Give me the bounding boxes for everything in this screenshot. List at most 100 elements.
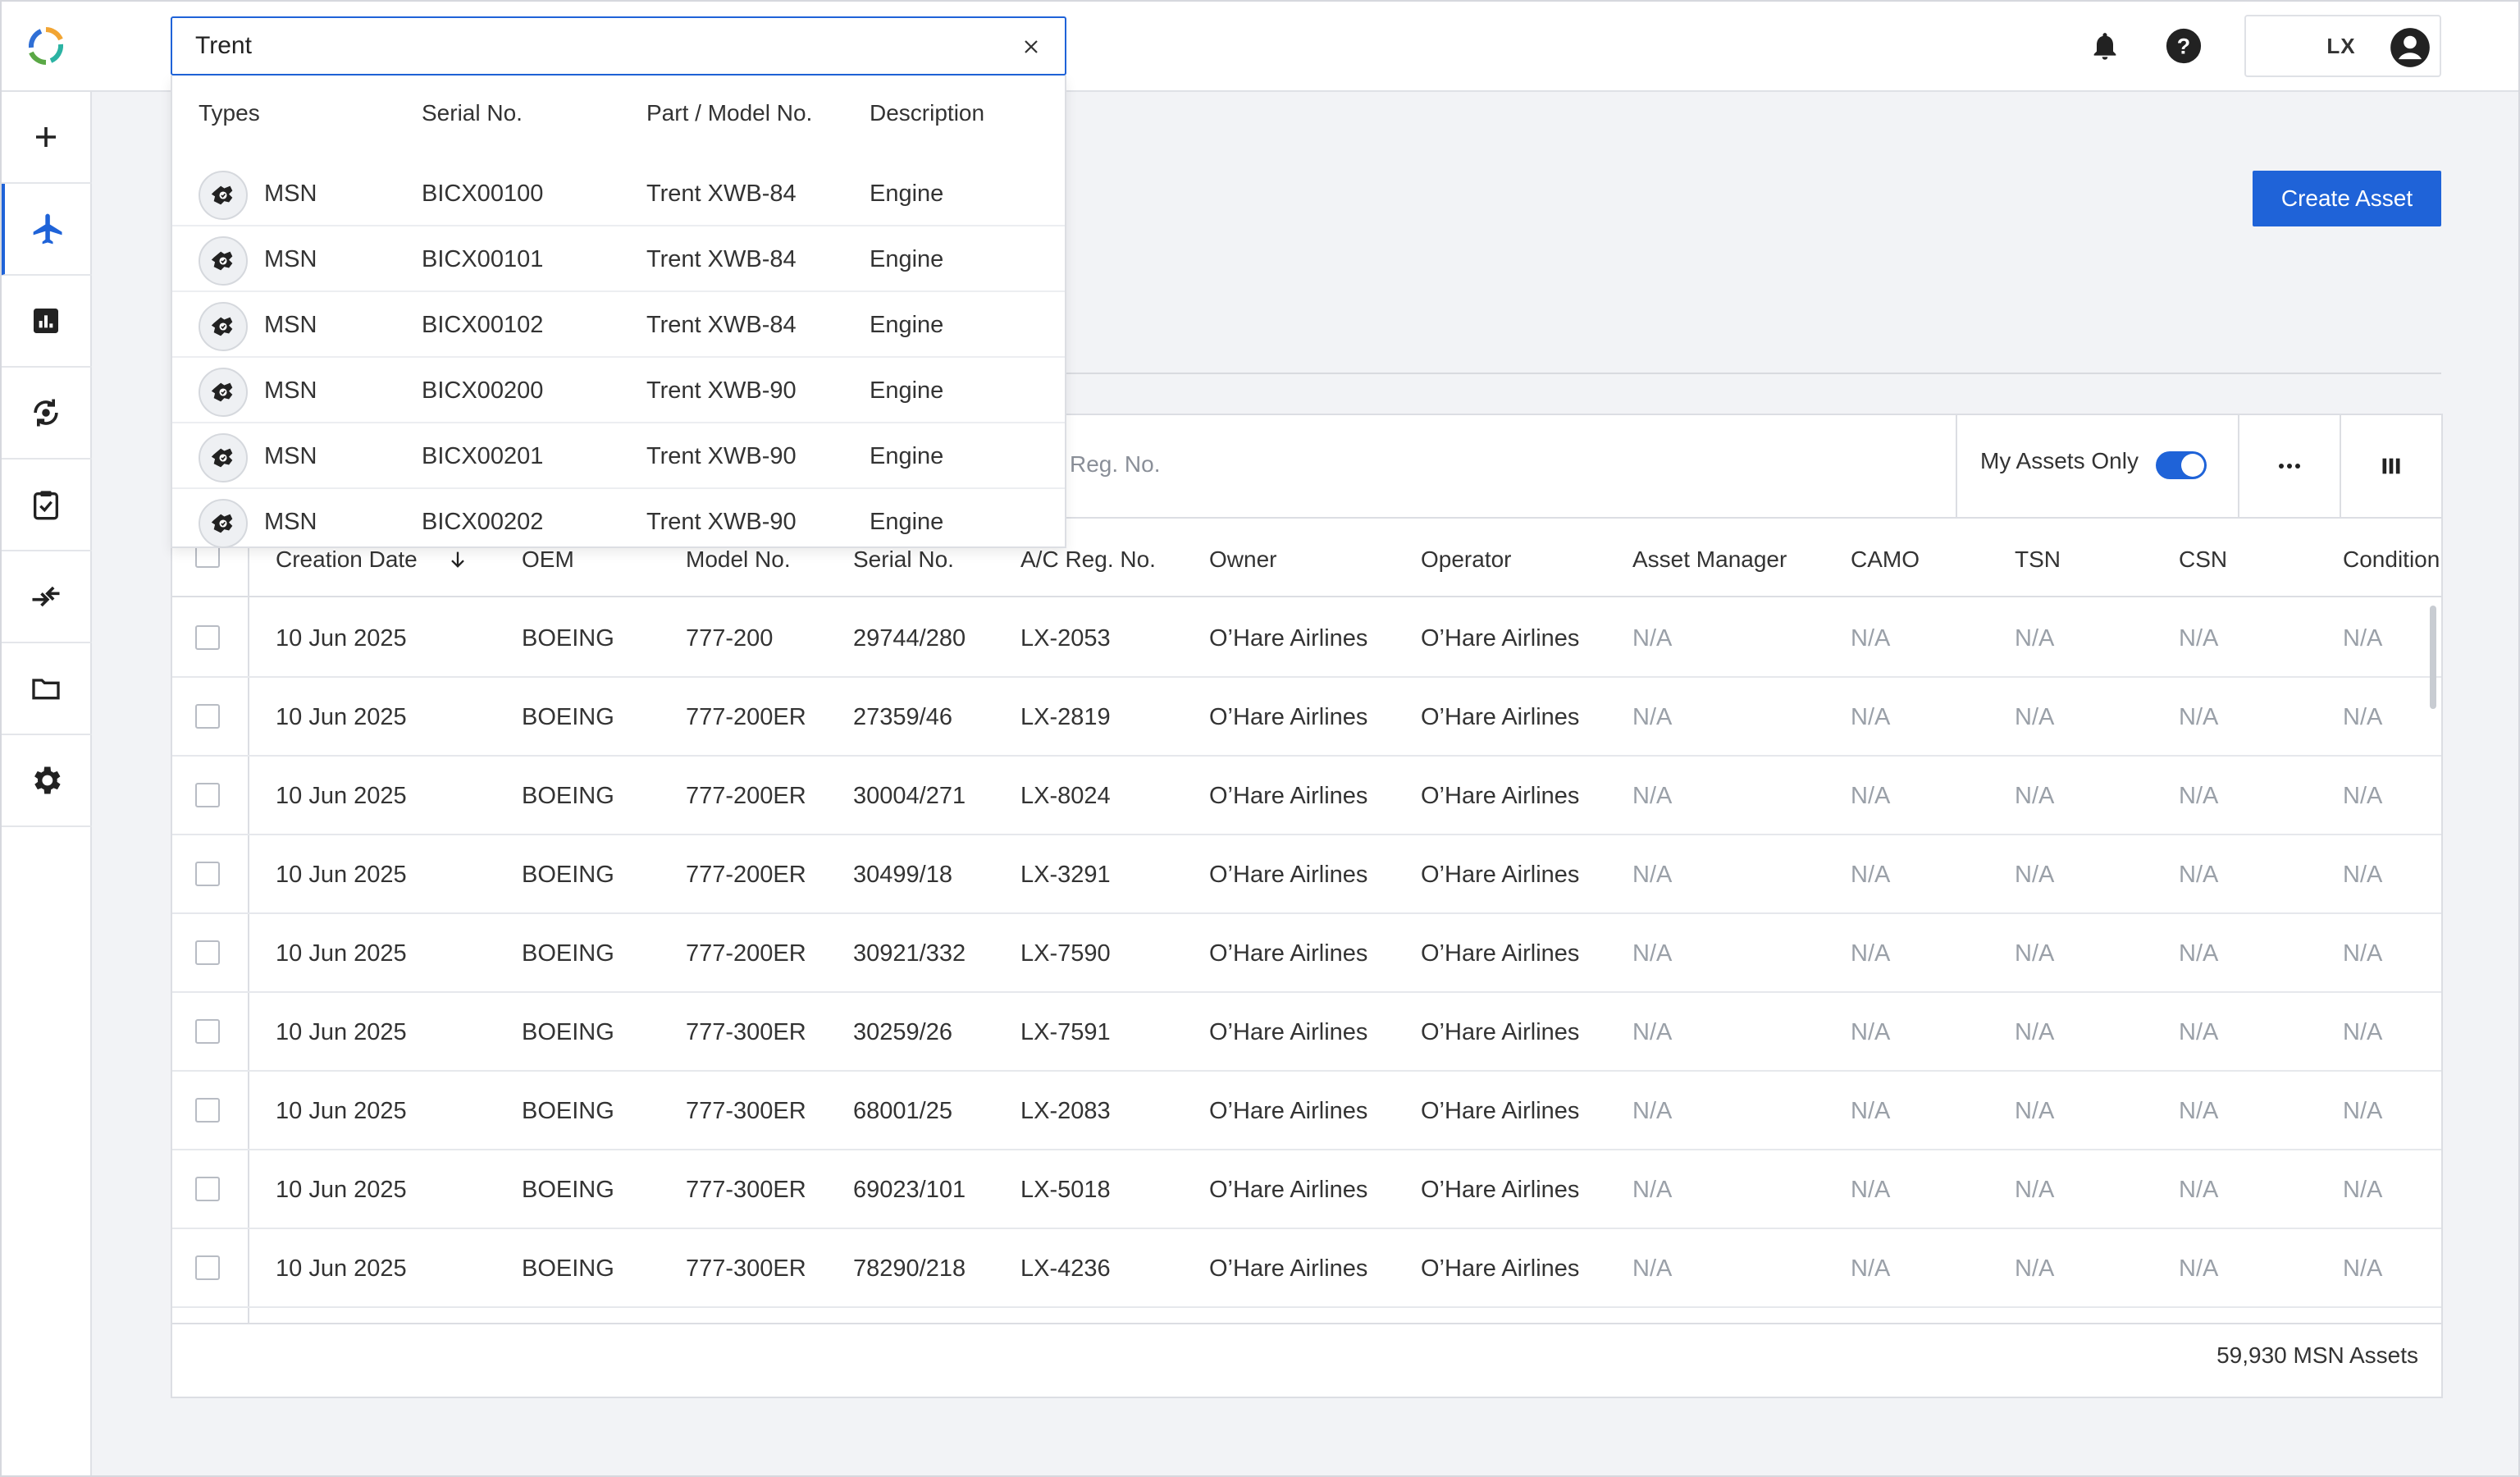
search-result-description: Engine xyxy=(870,443,944,469)
column-header-csn[interactable]: CSN xyxy=(2179,546,2227,573)
cell-operator: O’Hare Airlines xyxy=(1421,704,1580,730)
row-checkbox[interactable] xyxy=(195,1255,220,1280)
column-header-owner[interactable]: Owner xyxy=(1209,546,1276,573)
cell-operator: O’Hare Airlines xyxy=(1421,862,1580,888)
search-results-dropdown: Types Serial No. Part / Model No. Descri… xyxy=(171,75,1066,548)
user-initials: LX xyxy=(2326,34,2356,58)
help-icon[interactable]: ? xyxy=(2162,25,2205,67)
cell-camo: N/A xyxy=(1851,704,1891,730)
cell-csn: N/A xyxy=(2179,1098,2219,1124)
search-result-type: MSN xyxy=(264,246,317,272)
search-result-type: MSN xyxy=(264,509,317,535)
sidebar-item-sync[interactable] xyxy=(0,368,92,460)
sidebar-item-tasks[interactable] xyxy=(0,460,92,551)
search-result-model: Trent XWB-90 xyxy=(646,443,797,469)
cell-model-no: 777-300ER xyxy=(686,1098,806,1124)
cell-csn: N/A xyxy=(2179,940,2219,967)
cell-creation-date: 10 Jun 2025 xyxy=(276,862,407,888)
cell-model-no: 777-200ER xyxy=(686,704,806,730)
cell-ac-reg-no: LX-2819 xyxy=(1020,704,1111,730)
engine-type-icon xyxy=(199,302,248,351)
more-options-button[interactable] xyxy=(2239,415,2340,517)
cell-camo: N/A xyxy=(1851,940,1891,967)
clear-search-icon[interactable] xyxy=(1017,33,1045,61)
column-header-camo[interactable]: CAMO xyxy=(1851,546,1920,573)
table-row[interactable]: 10 Jun 2025 BOEING 777-300ER 69023/101 LX-50… xyxy=(172,1150,2441,1229)
row-checkbox[interactable] xyxy=(195,704,220,729)
cell-condition: N/A xyxy=(2343,1255,2383,1282)
cell-creation-date: 10 Jun 2025 xyxy=(276,625,407,652)
table-row[interactable]: 10 Jun 2025 BOEING 777-200ER 27359/46 LX-281… xyxy=(172,678,2441,757)
search-result-row[interactable]: MSN BICX00101 Trent XWB-84 Engine xyxy=(172,226,1065,292)
cell-tsn: N/A xyxy=(2015,862,2055,888)
row-checkbox[interactable] xyxy=(195,625,220,650)
user-menu[interactable]: LX xyxy=(2244,15,2441,77)
sidebar-item-transfers[interactable] xyxy=(0,551,92,643)
row-checkbox[interactable] xyxy=(195,1019,220,1044)
sidebar-item-documents[interactable] xyxy=(0,643,92,735)
column-header-tsn[interactable]: TSN xyxy=(2015,546,2061,573)
bar-chart-icon xyxy=(34,309,58,333)
columns-icon xyxy=(2382,458,2400,474)
my-assets-only-toggle[interactable] xyxy=(2156,451,2207,479)
column-header-condition[interactable]: Condition xyxy=(2343,546,2440,573)
row-checkbox[interactable] xyxy=(195,862,220,886)
cell-operator: O’Hare Airlines xyxy=(1421,1019,1580,1045)
row-checkbox[interactable] xyxy=(195,783,220,807)
cell-ac-reg-no: LX-7591 xyxy=(1020,1019,1111,1045)
cell-camo: N/A xyxy=(1851,1255,1891,1282)
column-header-asset-manager[interactable]: Asset Manager xyxy=(1632,546,1787,573)
column-header-operator[interactable]: Operator xyxy=(1421,546,1512,573)
search-result-row[interactable]: MSN BICX00201 Trent XWB-90 Engine xyxy=(172,423,1065,489)
row-checkbox[interactable] xyxy=(195,940,220,965)
sidebar-item-reports[interactable] xyxy=(0,276,92,368)
cell-asset-manager: N/A xyxy=(1632,1098,1673,1124)
table-row[interactable]: 10 Jun 2025 BOEING 777-300ER 68001/25 LX-208… xyxy=(172,1072,2441,1150)
cell-csn: N/A xyxy=(2179,1019,2219,1045)
table-row[interactable]: 10 Jun 2025 BOEING 777-200 29744/280 LX-2053… xyxy=(172,599,2441,678)
table-scrollbar[interactable] xyxy=(2430,606,2436,709)
global-search-input[interactable] xyxy=(195,18,983,74)
row-checkbox[interactable] xyxy=(195,1098,220,1123)
plus-icon xyxy=(36,127,56,147)
sidebar-item-assets[interactable] xyxy=(0,184,92,276)
search-result-row[interactable]: MSN BICX00100 Trent XWB-84 Engine xyxy=(172,161,1065,226)
cell-oem: BOEING xyxy=(522,1098,614,1124)
table-row[interactable]: 10 Jun 2025 BOEING 777-200ER 30921/332 LX-75… xyxy=(172,914,2441,993)
cell-owner: O’Hare Airlines xyxy=(1209,940,1368,967)
search-result-row[interactable]: MSN BICX00200 Trent XWB-90 Engine xyxy=(172,358,1065,423)
cell-serial-no: 68001/25 xyxy=(853,1098,952,1124)
clipboard-check-icon xyxy=(34,491,58,520)
search-result-row[interactable]: MSN BICX00202 Trent XWB-90 Engine xyxy=(172,489,1065,555)
cell-camo: N/A xyxy=(1851,1177,1891,1203)
search-result-serial: BICX00101 xyxy=(422,246,544,272)
search-result-row[interactable]: MSN BICX00102 Trent XWB-84 Engine xyxy=(172,292,1065,358)
cell-serial-no: 30499/18 xyxy=(853,862,952,888)
cell-model-no: 777-200 xyxy=(686,625,774,652)
table-body: 10 Jun 2025 BOEING 777-200 29744/280 LX-2053… xyxy=(172,599,2441,1324)
search-result-description: Engine xyxy=(870,509,944,535)
columns-button[interactable] xyxy=(2341,415,2441,517)
notifications-bell-icon[interactable] xyxy=(2084,25,2126,67)
dropdown-header-model-no: Part / Model No. xyxy=(646,100,813,126)
cell-owner: O’Hare Airlines xyxy=(1209,862,1368,888)
cell-asset-manager: N/A xyxy=(1632,1255,1673,1282)
table-row[interactable]: 10 Jun 2025 BOEING 777-200ER 30004/271 LX-80… xyxy=(172,757,2441,835)
row-checkbox[interactable] xyxy=(195,1177,220,1201)
table-row[interactable]: 10 Jun 2025 BOEING 777-200ER 30499/18 LX-329… xyxy=(172,835,2441,914)
sidebar-item-settings[interactable] xyxy=(0,735,92,827)
cell-model-no: 777-300ER xyxy=(686,1255,806,1282)
cell-csn: N/A xyxy=(2179,625,2219,652)
table-row[interactable]: 10 Jun 2025 BOEING 777-300ER 30259/26 LX-759… xyxy=(172,993,2441,1072)
sidebar-item-add[interactable] xyxy=(0,92,92,184)
cell-serial-no: 69023/101 xyxy=(853,1177,966,1203)
cell-oem: BOEING xyxy=(522,940,614,967)
engine-type-icon xyxy=(199,499,248,548)
app-logo-icon[interactable] xyxy=(25,25,67,67)
table-row[interactable]: 10 Jun 2025 BOEING 777-300ER 78290/218 LX-42… xyxy=(172,1229,2441,1308)
cell-ac-reg-no: LX-2053 xyxy=(1020,625,1111,652)
more-horizontal-icon xyxy=(2279,464,2300,469)
cell-creation-date: 10 Jun 2025 xyxy=(276,1019,407,1045)
create-asset-button[interactable]: Create Asset xyxy=(2253,171,2441,226)
cell-ac-reg-no: LX-4236 xyxy=(1020,1255,1111,1282)
